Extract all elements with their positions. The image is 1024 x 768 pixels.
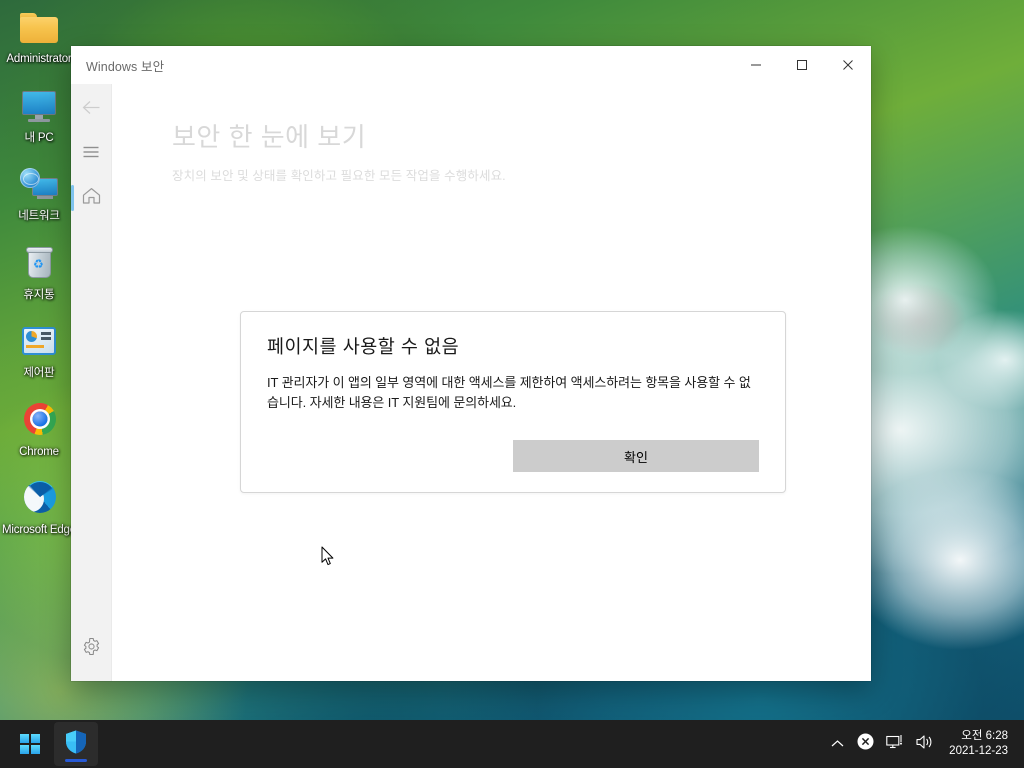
gear-icon: [82, 637, 101, 661]
chrome-icon: [16, 401, 62, 443]
content-pane: 보안 한 눈에 보기 장치의 보안 및 상태를 확인하고 필요한 모든 작업을 …: [112, 84, 871, 681]
menu-button[interactable]: [71, 134, 111, 174]
desktop-icon-control-panel[interactable]: 제어판: [0, 318, 78, 386]
desktop-icon-label: 내 PC: [24, 131, 54, 144]
clock-date: 2021-12-23: [949, 745, 1008, 757]
page-subtitle: 장치의 보안 및 상태를 확인하고 필요한 모든 작업을 수행하세요.: [172, 169, 506, 183]
desktop[interactable]: Administrator 내 PC 네트워크 ♻ 휴지통 제어판 Chrome…: [0, 0, 1024, 768]
close-circle-icon: [857, 733, 874, 755]
taskbar-item-windows-security[interactable]: [54, 722, 98, 766]
desktop-icon-label: Microsoft Edge: [2, 524, 76, 536]
tray-volume-button[interactable]: [911, 724, 939, 764]
start-button[interactable]: [8, 722, 52, 766]
tray-action-center-button[interactable]: [852, 724, 879, 764]
sidebar-item-home[interactable]: [71, 178, 111, 218]
windows-logo-icon: [20, 734, 40, 754]
window-title: Windows 보안: [86, 59, 165, 74]
dialog-actions: 확인: [267, 440, 759, 472]
back-button[interactable]: [71, 90, 111, 130]
minimize-button[interactable]: [733, 46, 779, 84]
maximize-button[interactable]: [779, 46, 825, 84]
volume-icon: [916, 734, 934, 755]
taskbar[interactable]: 오전 6:28 2021-12-23: [0, 720, 1024, 768]
dialog-message: IT 관리자가 이 앱의 일부 영역에 대한 액세스를 제한하여 액세스하려는 …: [267, 375, 751, 410]
taskbar-app-list: [0, 722, 98, 766]
edge-icon: [16, 479, 62, 521]
settings-button[interactable]: [71, 629, 111, 669]
desktop-icon-label: 제어판: [23, 367, 55, 379]
desktop-icon-administrator[interactable]: Administrator: [0, 4, 78, 72]
home-icon: [82, 187, 101, 210]
windows-security-window[interactable]: Windows 보안 보안 한 눈에 보기 장치의 보안 및 상태를 확인하고 …: [71, 46, 871, 681]
recycle-bin-icon: ♻: [16, 244, 62, 286]
tray-network-button[interactable]: [881, 724, 909, 764]
close-button[interactable]: [825, 46, 871, 84]
folder-icon: [16, 8, 62, 50]
network-icon: [886, 734, 904, 755]
desktop-icon-network[interactable]: 네트워크: [0, 161, 78, 229]
computer-icon: [16, 87, 62, 129]
shield-icon: [64, 729, 88, 760]
back-arrow-icon: [82, 100, 101, 120]
page-unavailable-dialog: 페이지를 사용할 수 없음 IT 관리자가 이 앱의 일부 영역에 대한 액세스…: [240, 311, 786, 493]
dialog-title: 페이지를 사용할 수 없음: [267, 336, 460, 357]
network-icon: [16, 165, 62, 207]
system-tray: 오전 6:28 2021-12-23: [824, 720, 1024, 768]
page-header: 보안 한 눈에 보기 장치의 보안 및 상태를 확인하고 필요한 모든 작업을 …: [112, 84, 871, 184]
hamburger-icon: [83, 145, 99, 163]
control-panel-icon: [16, 322, 62, 364]
desktop-icon-my-pc[interactable]: 내 PC: [0, 83, 78, 151]
chevron-up-icon: [831, 735, 844, 753]
desktop-icon-label: 네트워크: [18, 210, 60, 222]
window-title-bar[interactable]: Windows 보안: [71, 46, 871, 84]
navigation-rail: [71, 84, 112, 681]
desktop-icon-label: Administrator: [6, 53, 72, 65]
clock-time: 오전 6:28: [961, 730, 1008, 742]
dialog-ok-button[interactable]: 확인: [513, 440, 759, 472]
page-title: 보안 한 눈에 보기: [172, 122, 367, 152]
desktop-icon-microsoft-edge[interactable]: Microsoft Edge: [0, 475, 78, 543]
tray-overflow-button[interactable]: [824, 724, 850, 764]
taskbar-clock[interactable]: 오전 6:28 2021-12-23: [941, 722, 1018, 766]
desktop-icon-recycle-bin[interactable]: ♻ 휴지통: [0, 240, 78, 308]
desktop-icon-chrome[interactable]: Chrome: [0, 397, 78, 465]
desktop-icon-list: Administrator 내 PC 네트워크 ♻ 휴지통 제어판 Chrome…: [0, 0, 78, 554]
window-body: 보안 한 눈에 보기 장치의 보안 및 상태를 확인하고 필요한 모든 작업을 …: [71, 84, 871, 681]
desktop-icon-label: 휴지통: [23, 288, 55, 301]
desktop-icon-label: Chrome: [19, 445, 59, 458]
